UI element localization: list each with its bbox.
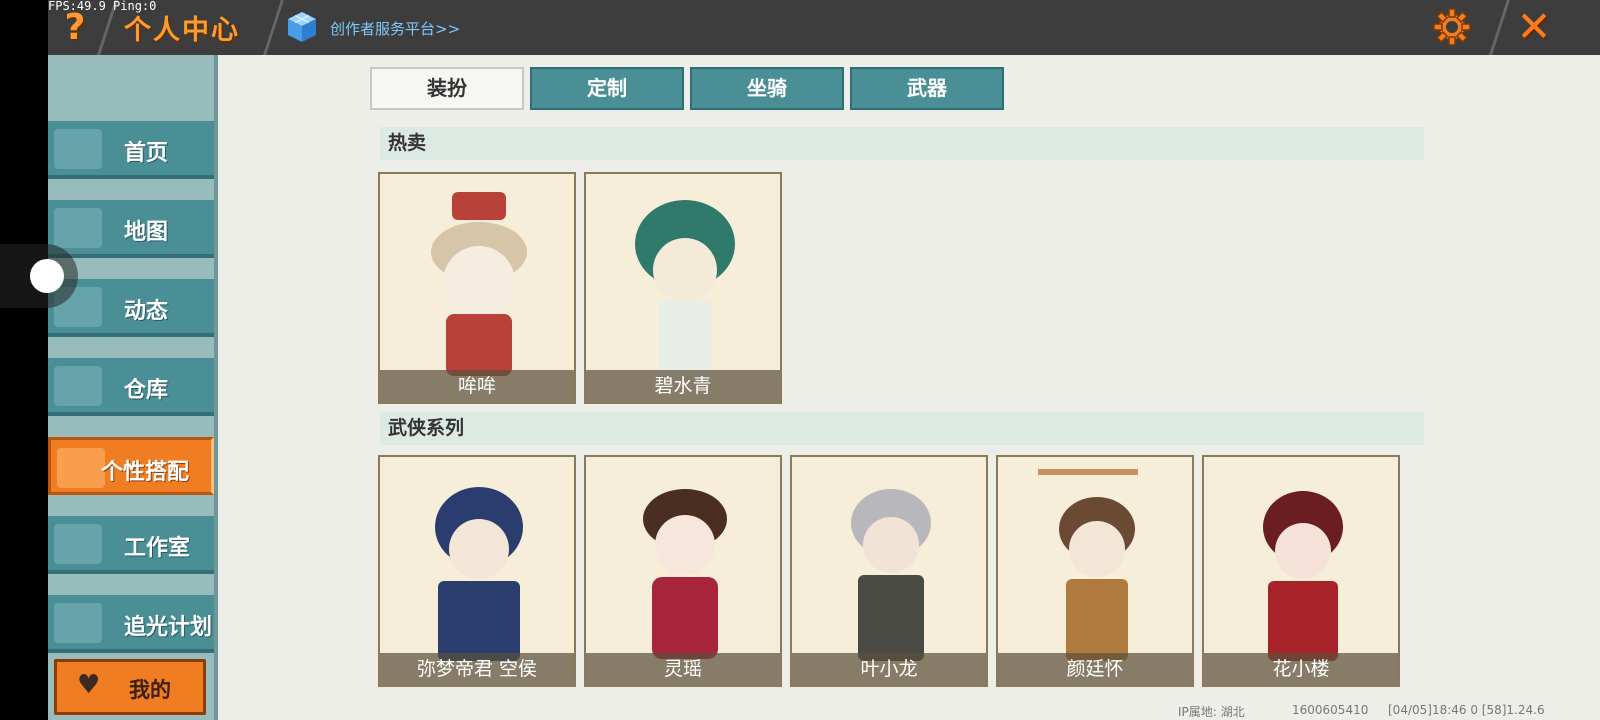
sidebar-item-label: 动态 xyxy=(124,299,169,324)
user-id: 1600605410 xyxy=(1292,703,1369,717)
sidebar-item-studio[interactable]: 工作室 xyxy=(48,516,214,574)
chase-light-icon xyxy=(54,603,102,643)
ip-location: IP属地: 湖北 xyxy=(1178,705,1245,719)
sidebar-item-label: 工作室 xyxy=(124,536,191,561)
studio-icon xyxy=(54,524,102,564)
home-icon xyxy=(54,129,102,169)
floating-slider-handle[interactable] xyxy=(0,244,78,308)
slider-dot[interactable] xyxy=(30,259,64,293)
map-icon xyxy=(54,208,102,248)
skin-card[interactable]: 叶小龙 xyxy=(790,455,988,687)
card-name: 灵瑶 xyxy=(586,653,780,685)
creator-platform-link[interactable]: 创作者服务平台>> xyxy=(330,18,460,39)
divider xyxy=(1489,0,1510,55)
sidebar-item-label: 首页 xyxy=(124,141,169,166)
warehouse-icon xyxy=(54,366,102,406)
tab-dressup[interactable]: 装扮 xyxy=(370,67,524,110)
sidebar-item-label: 个性搭配 xyxy=(101,460,190,485)
app-window: ? 个人中心 创作者服务平台>> ✕ 首页 地图 动态 仓库 个性搭配 工作室 … xyxy=(48,0,1600,720)
skin-card[interactable]: 碧水青 xyxy=(584,172,782,404)
cube-icon[interactable] xyxy=(286,10,318,44)
skin-card[interactable]: 灵瑶 xyxy=(584,455,782,687)
skin-card[interactable]: 弥梦帝君 空侯 xyxy=(378,455,576,687)
sidebar-item-chase-light[interactable]: 追光计划 xyxy=(48,595,214,653)
card-name: 碧水青 xyxy=(586,370,780,402)
sidebar-item-storage[interactable]: 仓库 xyxy=(48,358,214,416)
sidebar-item-home[interactable]: 首页 xyxy=(48,121,214,179)
page-title: 个人中心 xyxy=(124,15,240,46)
tab-weapon[interactable]: 武器 xyxy=(850,67,1004,110)
card-name: 颜廷怀 xyxy=(998,653,1192,685)
heart-icon: ♥ xyxy=(77,670,101,700)
mine-button[interactable]: ♥ 我的 xyxy=(54,659,206,715)
outfit-icon xyxy=(57,448,105,488)
version-info: [04/05]18:46 0 [58]1.24.6 xyxy=(1388,703,1545,717)
card-name: 花小楼 xyxy=(1204,653,1398,685)
main-content: 装扮 定制 坐骑 武器 热卖 哞哞 碧水青 武侠系列 弥梦帝君 空侯 灵瑶 叶小… xyxy=(222,55,1600,720)
card-name: 哞哞 xyxy=(380,370,574,402)
sidebar: 首页 地图 动态 仓库 个性搭配 工作室 追光计划 ♥ 我的 xyxy=(48,55,218,720)
top-bar: ? 个人中心 创作者服务平台>> ✕ xyxy=(48,0,1600,55)
card-name: 弥梦帝君 空侯 xyxy=(380,653,574,685)
sidebar-item-label: 仓库 xyxy=(124,378,169,403)
section-title-wuxia: 武侠系列 xyxy=(380,412,1424,445)
tab-custom[interactable]: 定制 xyxy=(530,67,684,110)
skin-card[interactable]: 哞哞 xyxy=(378,172,576,404)
divider xyxy=(263,0,284,55)
gear-icon[interactable] xyxy=(1432,7,1472,47)
card-name: 叶小龙 xyxy=(792,653,986,685)
fps-readout: FPS:49.9 Ping:0 xyxy=(48,0,157,13)
section-title-hot: 热卖 xyxy=(380,127,1424,160)
tab-mount[interactable]: 坐骑 xyxy=(690,67,844,110)
skin-card[interactable]: 颜廷怀 xyxy=(996,455,1194,687)
sidebar-item-outfit[interactable]: 个性搭配 xyxy=(48,437,214,495)
close-icon[interactable]: ✕ xyxy=(1514,2,1554,51)
sidebar-item-map[interactable]: 地图 xyxy=(48,200,214,258)
mine-label: 我的 xyxy=(129,678,171,702)
sidebar-item-label: 追光计划 xyxy=(124,615,213,640)
skin-card[interactable]: 花小楼 xyxy=(1202,455,1400,687)
sidebar-item-label: 地图 xyxy=(124,220,169,245)
